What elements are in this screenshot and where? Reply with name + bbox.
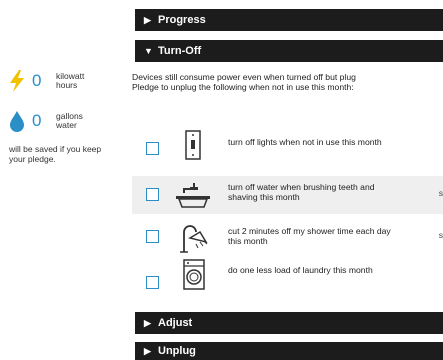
- pledge-accordion: ▶ Progress ▼ Turn-Off Devices still cons…: [132, 0, 443, 360]
- section-title: Progress: [158, 14, 206, 26]
- turnoff-intro: Devices still consume power even when tu…: [132, 72, 443, 92]
- section-header-progress[interactable]: ▶ Progress: [135, 9, 443, 31]
- section-header-unplug[interactable]: ▶ Unplug: [135, 342, 443, 360]
- section-header-turnoff[interactable]: ▼ Turn-Off: [135, 40, 443, 62]
- expand-triangle-icon: ▶: [144, 345, 151, 356]
- pledge-text: cut 2 minutes off my shower time each da…: [228, 226, 391, 246]
- water-drop-icon: [10, 111, 24, 132]
- pledge-checkbox[interactable]: [146, 142, 159, 155]
- pledge-row-faucet: turn off water when brushing teeth and s…: [132, 176, 443, 214]
- pledge-row-shower: cut 2 minutes off my shower time each da…: [132, 220, 443, 258]
- lightning-icon: [10, 70, 24, 92]
- kwh-unit: kilowatt hours: [56, 70, 85, 90]
- faucet-icon: [176, 183, 210, 208]
- pledge-row-laundry: do one less load of laundry this month: [132, 258, 443, 296]
- pledge-row-lights: turn off lights when not in use this mon…: [132, 112, 443, 160]
- savings-note: will be saved if you keep your pledge.: [9, 144, 102, 164]
- pledge-text: turn off lights when not in use this mon…: [228, 137, 382, 147]
- expand-triangle-icon: ▶: [144, 317, 151, 328]
- pledge-checkbox[interactable]: [146, 230, 159, 243]
- kwh-value: 0: [32, 71, 42, 90]
- section-header-adjust[interactable]: ▶ Adjust: [135, 312, 443, 334]
- section-title: Adjust: [158, 317, 193, 329]
- light-switch-icon: [185, 130, 201, 160]
- section-title: Unplug: [158, 345, 196, 357]
- washing-machine-icon: [183, 259, 205, 290]
- section-title: Turn-Off: [158, 45, 202, 57]
- pledge-tail: s: [438, 230, 443, 240]
- pledge-tail: s: [438, 188, 443, 198]
- pledge-text: do one less load of laundry this month: [228, 265, 373, 275]
- kwh-savings: 0 kilowatt hours: [8, 70, 96, 92]
- collapse-triangle-icon: ▼: [144, 46, 153, 56]
- gallons-savings: 0 gallons water: [8, 110, 96, 132]
- pledge-checkbox[interactable]: [146, 276, 159, 289]
- intro-line: Pledge to unplug the following when not …: [132, 82, 354, 92]
- shower-head-icon: [180, 225, 208, 253]
- gallons-value: 0: [32, 111, 42, 130]
- expand-triangle-icon: ▶: [144, 14, 151, 25]
- intro-line: Devices still consume power even when tu…: [132, 72, 356, 82]
- gallons-unit: gallons water: [56, 110, 83, 130]
- pledge-text: turn off water when brushing teeth and s…: [228, 182, 375, 202]
- pledge-checkbox[interactable]: [146, 188, 159, 201]
